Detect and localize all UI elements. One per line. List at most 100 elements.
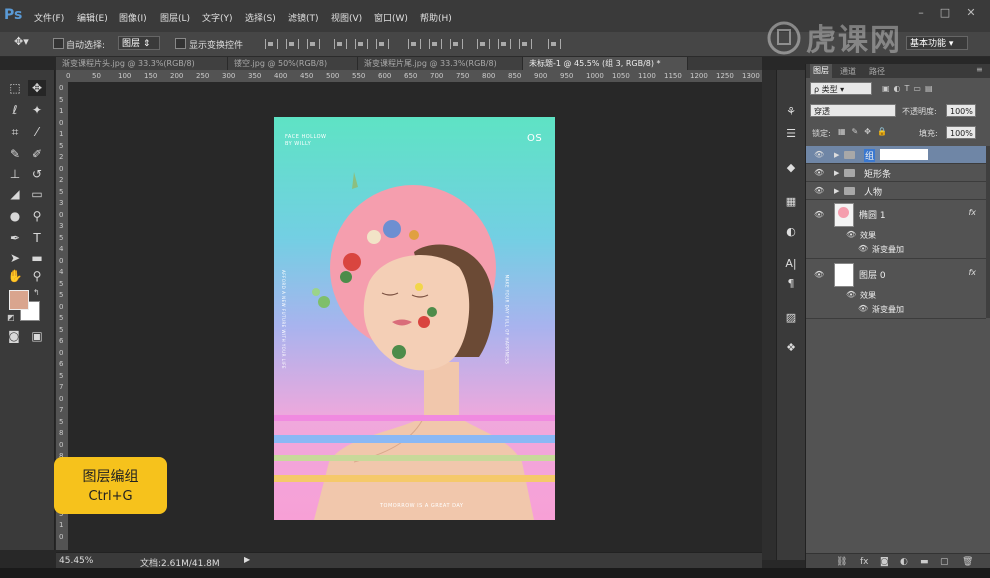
- blend-mode-dropdown[interactable]: 穿透: [810, 104, 896, 117]
- expand-triangle-icon[interactable]: ▶: [834, 169, 839, 177]
- zoom-level[interactable]: 45.45%: [59, 556, 93, 566]
- blur-tool-icon[interactable]: ●: [6, 208, 24, 224]
- new-adjustment-icon[interactable]: ◐: [900, 557, 908, 567]
- marquee-tool-icon[interactable]: ⬚: [6, 80, 24, 96]
- effects-eye-icon[interactable]: 👁: [846, 290, 856, 300]
- gradient-tool-icon[interactable]: ▭: [28, 186, 46, 202]
- foreground-color-swatch[interactable]: [9, 290, 29, 310]
- menu-help[interactable]: 帮助(H): [420, 11, 452, 24]
- menu-edit[interactable]: 编辑(E): [77, 11, 108, 24]
- screen-mode-icon[interactable]: ▣: [28, 328, 46, 344]
- align-top-icon[interactable]: [265, 39, 278, 49]
- align-vcenter-icon[interactable]: [286, 39, 299, 49]
- lasso-tool-icon[interactable]: ℓ: [6, 102, 24, 118]
- menu-file[interactable]: 文件(F): [34, 11, 64, 24]
- properties-panel-icon[interactable]: ☰: [782, 126, 800, 142]
- history-brush-icon[interactable]: ↺: [28, 166, 46, 182]
- minimize-icon[interactable]: –: [914, 6, 928, 19]
- distribute-hcenter-icon[interactable]: [498, 39, 511, 49]
- tab-document-1[interactable]: 渐变课程片头.jpg @ 33.3%(RGB/8): [56, 57, 228, 70]
- swap-colors-icon[interactable]: ↰: [33, 288, 40, 297]
- fx-icon[interactable]: fx: [968, 208, 976, 217]
- lock-icons[interactable]: ▦✎✥🔒: [838, 127, 893, 136]
- new-group-icon[interactable]: ▬: [920, 557, 929, 567]
- history-panel-icon[interactable]: ⚘: [782, 104, 800, 120]
- status-menu-arrow-icon[interactable]: ▶: [244, 555, 250, 564]
- add-mask-icon[interactable]: ◙: [880, 557, 889, 567]
- distribute-left-icon[interactable]: [477, 39, 490, 49]
- new-layer-icon[interactable]: ▢: [940, 557, 949, 567]
- align-right-icon[interactable]: [376, 39, 389, 49]
- delete-layer-icon[interactable]: 🗑: [962, 557, 973, 567]
- align-hcenter-icon[interactable]: [355, 39, 368, 49]
- eye-icon[interactable]: 👁: [814, 210, 824, 220]
- maximize-icon[interactable]: □: [938, 6, 952, 19]
- brush-tool-icon[interactable]: ✐: [28, 146, 46, 162]
- fill-input[interactable]: 100%: [946, 126, 976, 139]
- menu-filter[interactable]: 滤镜(T): [288, 11, 319, 24]
- eye-icon[interactable]: 👁: [814, 270, 824, 280]
- poster-artboard[interactable]: FACE HOLLOW BY WILLY OS TOMORROW IS A GR…: [274, 117, 555, 520]
- default-colors-icon[interactable]: ◩: [7, 313, 15, 322]
- tab-paths[interactable]: 路径: [869, 66, 885, 77]
- layer-row-layer0[interactable]: 👁 图层 0 fx 👁 效果 👁 渐变叠加: [806, 260, 986, 319]
- tab-document-active[interactable]: 未标题-1 @ 45.5% (组 3, RGB/8) *: [523, 57, 688, 70]
- menu-type[interactable]: 文字(Y): [202, 11, 233, 24]
- zoom-tool-icon[interactable]: ⚲: [28, 268, 46, 284]
- effect-eye-icon[interactable]: 👁: [858, 304, 868, 314]
- clone-stamp-icon[interactable]: ⊥: [6, 166, 24, 182]
- pen-tool-icon[interactable]: ✒: [6, 230, 24, 246]
- eyedropper-icon[interactable]: ⁄: [28, 124, 46, 140]
- opacity-input[interactable]: 100%: [946, 104, 976, 117]
- auto-select-checkbox[interactable]: [53, 38, 64, 49]
- rename-input[interactable]: [880, 149, 928, 160]
- close-icon[interactable]: ✕: [964, 6, 978, 19]
- fx-icon[interactable]: fx: [968, 268, 976, 277]
- filter-icons[interactable]: ▣◐T▭▤: [882, 84, 937, 93]
- layer-name[interactable]: 组: [864, 149, 876, 162]
- panel-menu-icon[interactable]: ≡: [976, 65, 983, 74]
- dodge-tool-icon[interactable]: ⚲: [28, 208, 46, 224]
- shape-tool-icon[interactable]: ▬: [28, 250, 46, 266]
- quick-mask-icon[interactable]: ◙: [5, 328, 23, 344]
- magic-wand-icon[interactable]: ✦: [28, 102, 46, 118]
- tab-document-2[interactable]: 镂空.jpg @ 50%(RGB/8): [228, 57, 358, 70]
- menu-view[interactable]: 视图(V): [331, 11, 362, 24]
- swatches-panel-icon[interactable]: ▦: [782, 194, 800, 210]
- menu-select[interactable]: 选择(S): [245, 11, 276, 24]
- expand-triangle-icon[interactable]: ▶: [834, 151, 839, 159]
- expand-triangle-icon[interactable]: ▶: [834, 187, 839, 195]
- distribute-top-icon[interactable]: [408, 39, 421, 49]
- move-tool-icon[interactable]: ✥▾: [14, 35, 29, 48]
- layer-row-group[interactable]: 👁 ▶ 组: [806, 146, 986, 164]
- vertical-scrollbar[interactable]: [762, 70, 776, 560]
- crop-tool-icon[interactable]: ⌗: [6, 124, 24, 140]
- move-tool-icon[interactable]: ✥: [28, 80, 46, 96]
- effect-eye-icon[interactable]: 👁: [858, 244, 868, 254]
- auto-select-dropdown[interactable]: 图层 ⇕: [118, 36, 160, 50]
- distribute-right-icon[interactable]: [519, 39, 532, 49]
- effects-eye-icon[interactable]: 👁: [846, 230, 856, 240]
- eye-icon[interactable]: 👁: [814, 150, 824, 160]
- show-transform-checkbox[interactable]: [175, 38, 186, 49]
- path-select-icon[interactable]: ➤: [6, 250, 24, 266]
- paragraph-panel-icon[interactable]: ¶: [782, 276, 800, 292]
- menu-layer[interactable]: 图层(L): [160, 11, 190, 24]
- eye-icon[interactable]: 👁: [814, 186, 824, 196]
- auto-align-icon[interactable]: [548, 39, 561, 49]
- type-tool-icon[interactable]: T: [28, 230, 46, 246]
- tab-channels[interactable]: 通道: [840, 66, 856, 77]
- align-bottom-icon[interactable]: [307, 39, 320, 49]
- layer-row-rect-strips[interactable]: 👁 ▶ 矩形条: [806, 164, 986, 182]
- eye-icon[interactable]: 👁: [814, 168, 824, 178]
- distribute-bottom-icon[interactable]: [450, 39, 463, 49]
- add-style-icon[interactable]: fx: [860, 557, 869, 567]
- styles-panel-icon[interactable]: ▨: [782, 310, 800, 326]
- layer-row-person[interactable]: 👁 ▶ 人物: [806, 182, 986, 200]
- character-panel-icon[interactable]: A|: [782, 256, 800, 272]
- layers-scrollbar[interactable]: [986, 146, 990, 318]
- distribute-vcenter-icon[interactable]: [429, 39, 442, 49]
- link-layers-icon[interactable]: ⛓: [836, 557, 847, 567]
- menu-image[interactable]: 图像(I): [119, 11, 147, 24]
- eraser-icon[interactable]: ◢: [6, 186, 24, 202]
